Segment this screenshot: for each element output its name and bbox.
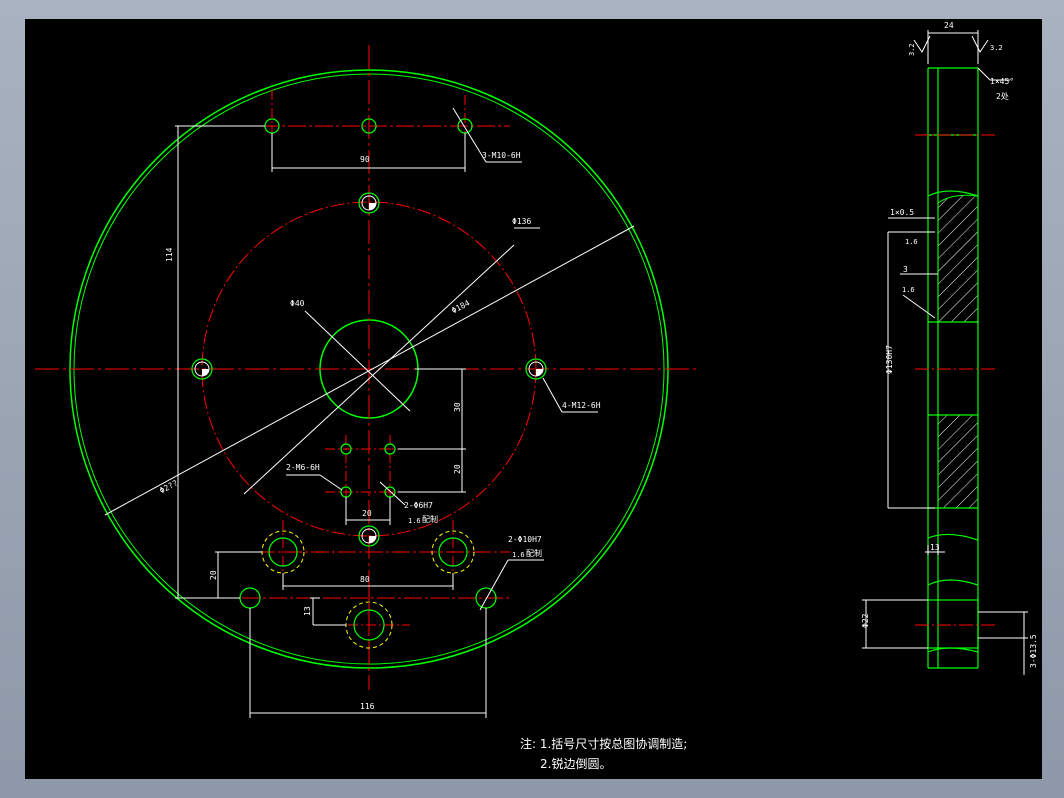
match-drill-2: 配制 [526, 548, 542, 558]
side-dim-24: 24 [944, 21, 954, 30]
label-2xphi6H7: 2-Φ6H7 [404, 501, 433, 510]
side-chamfer-count: 2处 [996, 91, 1009, 101]
note-line-1: 注: 1.括号尺寸按总图协调制造; [520, 736, 687, 751]
side-bore: Φ130H7 [885, 345, 894, 374]
dim-13: 13 [303, 606, 312, 616]
dia-outer: Φ2?? [158, 478, 179, 495]
note-line-2: 2.锐边倒圆。 [540, 757, 611, 771]
roughness-1: 1.6 [408, 517, 421, 525]
notes: 注: 1.括号尺寸按总图协调制造; 2.锐边倒圆。 [520, 736, 687, 771]
viewer-frame: 90 114 116 80 20 20 20 30 13 Φ136 Φ40 Φ1… [0, 0, 1064, 798]
side-fillet: 1×0.5 [890, 208, 914, 217]
roughness-2: 1.6 [512, 551, 525, 559]
side-dia-22: Φ22 [861, 613, 870, 628]
cad-drawing: 90 114 116 80 20 20 20 30 13 Φ136 Φ40 Φ1… [35, 21, 1038, 771]
label-2xphi10H7: 2-Φ10H7 [508, 535, 542, 544]
side-view: 3.2 3.2 24 1×45° 2处 1×0.5 1.6 3 1.6 Φ130… [861, 21, 1038, 675]
side-dim-13: 13 [930, 543, 940, 552]
side-chamfer: 1×45° [990, 77, 1014, 86]
m12-hole-bottom [358, 525, 380, 547]
m12-hole-left [191, 358, 213, 380]
side-rough-top-2: 3.2 [990, 44, 1003, 52]
side-dim-3: 3 [903, 265, 908, 274]
dia-136: Φ136 [512, 217, 531, 226]
dim-116: 116 [360, 702, 375, 711]
label-2xM6: 2-M6-6H [286, 463, 320, 472]
side-rough-top-1: 3.2 [908, 43, 916, 56]
dim-20-mid: 20 [453, 464, 462, 474]
front-view: 90 114 116 80 20 20 20 30 13 Φ136 Φ40 Φ1… [35, 45, 700, 718]
match-drill-1: 配制 [422, 514, 438, 524]
drawing-canvas: 90 114 116 80 20 20 20 30 13 Φ136 Φ40 Φ1… [25, 19, 1042, 779]
dim-114: 114 [165, 247, 174, 262]
side-cb-holes: 3-Φ13.5 [1029, 634, 1038, 668]
side-roughness-a: 1.6 [905, 238, 918, 246]
dia-40: Φ40 [290, 299, 305, 308]
dim-20-bottom: 20 [362, 509, 372, 518]
dim-80: 80 [360, 575, 370, 584]
side-roughness-symbols [913, 35, 989, 53]
side-roughness-b: 1.6 [902, 286, 915, 294]
dim-90: 90 [360, 155, 370, 164]
m12-hole-right [525, 358, 547, 380]
dim-30: 30 [453, 402, 462, 412]
side-outline [927, 67, 979, 669]
dim-20-left: 20 [209, 570, 218, 580]
m12-hole-top [358, 192, 380, 214]
label-4xM12: 4-M12-6H [562, 401, 601, 410]
section-hatch-upper [937, 194, 979, 323]
label-3xM10: 3-M10-6H [482, 151, 521, 160]
section-hatch-lower [937, 414, 979, 509]
